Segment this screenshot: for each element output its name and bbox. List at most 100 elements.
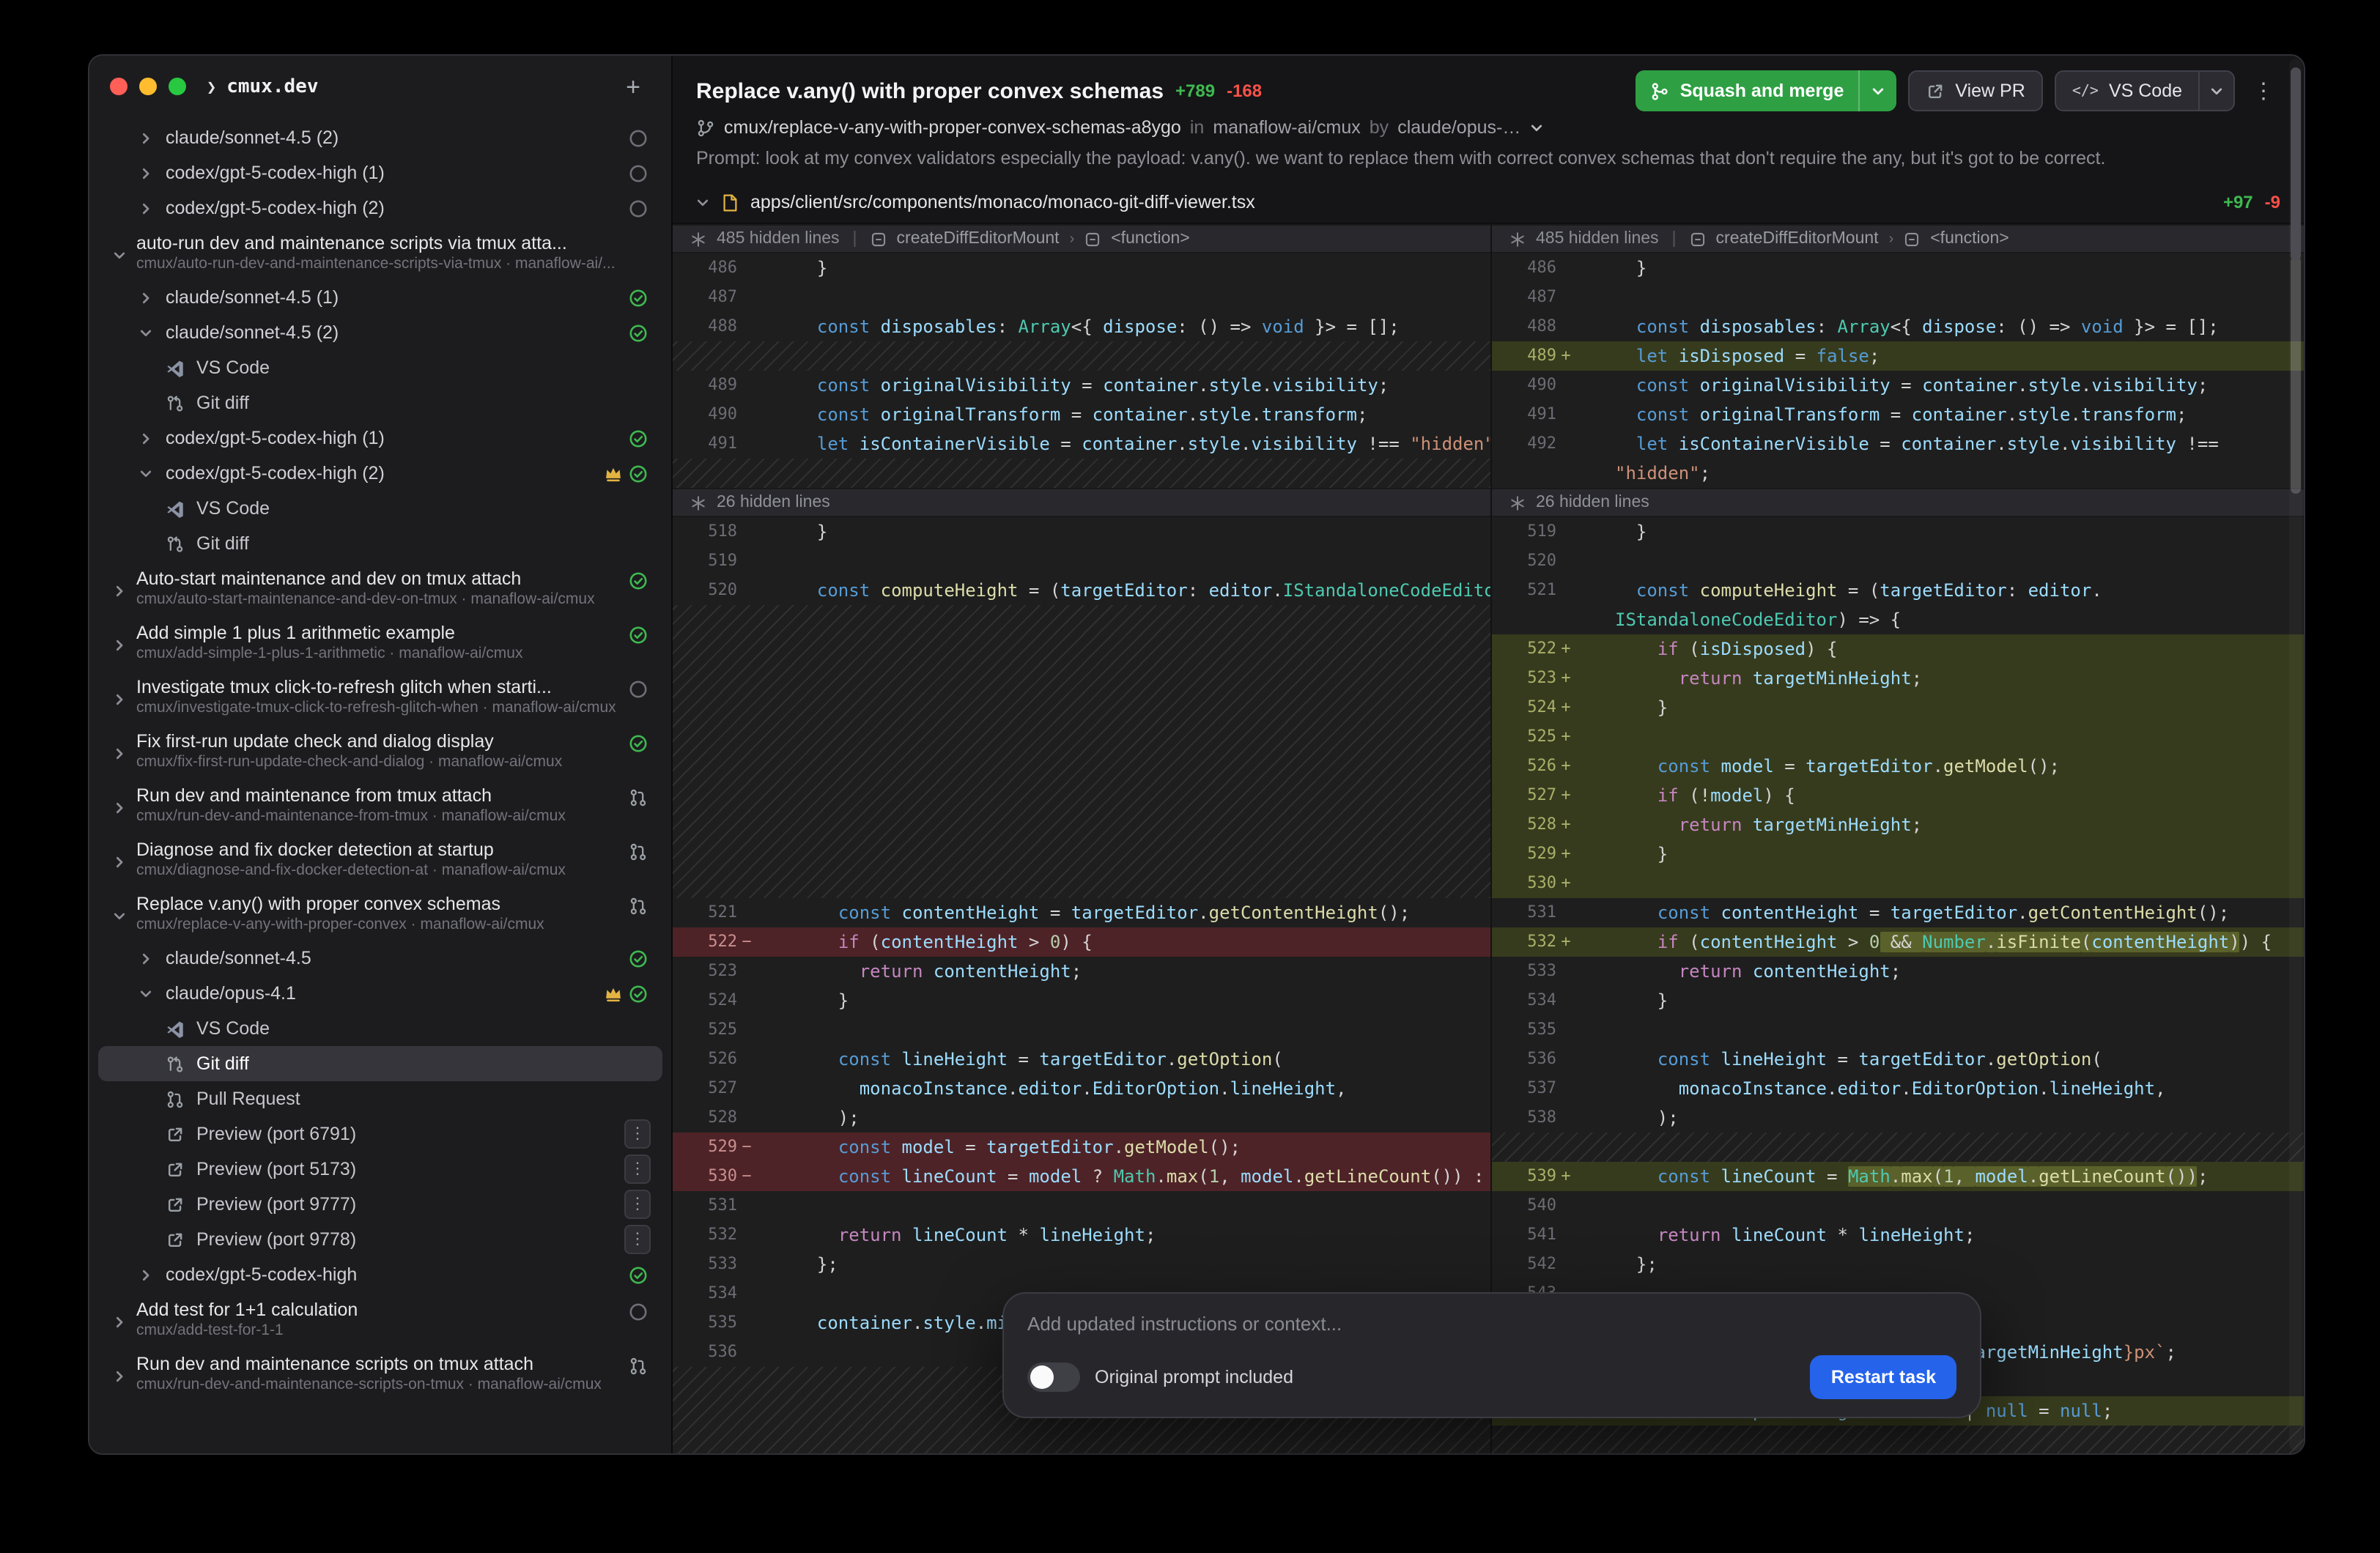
more-options-button[interactable]: ⋮ xyxy=(2247,78,2280,104)
sidebar-item-preview-port-6791[interactable]: Preview (port 6791)⋮ xyxy=(98,1116,662,1152)
new-task-button[interactable]: + xyxy=(616,69,651,104)
hidden-lines-header[interactable]: 26 hidden lines xyxy=(673,488,1490,517)
restart-task-button[interactable]: Restart task xyxy=(1811,1355,1956,1399)
sidebar-item-preview-port-5173[interactable]: Preview (port 5173)⋮ xyxy=(98,1152,662,1187)
branch-status xyxy=(604,984,648,1003)
check-circle-icon xyxy=(629,949,648,968)
diff-spacer xyxy=(673,605,1490,634)
circle-icon xyxy=(629,163,648,182)
agent-name[interactable]: claude/opus-… xyxy=(1397,117,1520,138)
line-number: 488 xyxy=(1492,312,1556,341)
expand-icon xyxy=(690,231,706,247)
in-label: in xyxy=(1190,117,1204,138)
task-status xyxy=(629,734,648,753)
hidden-lines-header[interactable]: 26 hidden lines xyxy=(1492,488,2304,517)
diff-line: 538 ); xyxy=(1492,1103,2304,1133)
scrollbar-thumb[interactable] xyxy=(2291,67,2301,261)
merge-options-dropdown[interactable] xyxy=(1858,70,1896,111)
sidebar-item-preview-port-9777[interactable]: Preview (port 9777)⋮ xyxy=(98,1187,662,1222)
preview-menu-button[interactable]: ⋮ xyxy=(624,1190,651,1219)
preview-menu-button[interactable]: ⋮ xyxy=(624,1119,651,1149)
sidebar-item-git-diff[interactable]: Git diff xyxy=(98,526,662,561)
page-title: Replace v.any() with proper convex schem… xyxy=(696,78,1164,103)
branch-row[interactable]: codex/gpt-5-codex-high (1) xyxy=(98,155,662,190)
chevron-down-icon xyxy=(2210,84,2223,97)
sidebar-item-vs-code[interactable]: VS Code xyxy=(98,491,662,526)
task-row[interactable]: auto-run dev and maintenance scripts via… xyxy=(98,226,662,280)
open-vscode-button[interactable]: </>VS Code xyxy=(2055,70,2235,111)
view-pr-button[interactable]: View PR xyxy=(1908,70,2042,111)
task-row[interactable]: Diagnose and fix docker detection at sta… xyxy=(98,832,662,886)
branch-row[interactable]: codex/gpt-5-codex-high xyxy=(98,1257,662,1292)
sidebar-item-preview-port-9778[interactable]: Preview (port 9778)⋮ xyxy=(98,1222,662,1257)
hidden-lines-header[interactable]: 485 hidden lines|createDiffEditorMount›<… xyxy=(1492,224,2304,253)
repo-name[interactable]: manaflow-ai/cmux xyxy=(1213,117,1360,138)
close-window-button[interactable] xyxy=(110,78,128,95)
vscode-options-dropdown[interactable] xyxy=(2198,72,2233,110)
branch-row[interactable]: codex/gpt-5-codex-high (1) xyxy=(98,420,662,456)
task-title: Add simple 1 plus 1 arithmetic example xyxy=(136,621,523,645)
line-number: 489 xyxy=(673,371,737,400)
sidebar-item-pull-request[interactable]: Pull Request xyxy=(98,1081,662,1116)
preview-menu-button[interactable]: ⋮ xyxy=(624,1225,651,1254)
line-number: 529 xyxy=(673,1133,737,1162)
diff-line: 537 monacoInstance.editor.EditorOption.l… xyxy=(1492,1074,2304,1103)
sidebar-item-git-diff[interactable]: Git diff xyxy=(98,385,662,420)
line-number: 488 xyxy=(673,312,737,341)
minimize-window-button[interactable] xyxy=(139,78,157,95)
zoom-window-button[interactable] xyxy=(169,78,186,95)
prompt-caret-icon: ❯ xyxy=(207,77,216,96)
line-number: 531 xyxy=(1492,898,1556,927)
check-circle-icon xyxy=(629,626,648,645)
chevron-right-icon xyxy=(113,788,126,826)
hidden-lines-header[interactable]: 485 hidden lines|createDiffEditorMount›<… xyxy=(673,224,1490,253)
branch-row[interactable]: codex/gpt-5-codex-high (2) xyxy=(98,190,662,226)
line-number xyxy=(1492,459,1556,488)
expand-icon xyxy=(1509,494,1526,511)
task-row[interactable]: Fix first-run update check and dialog di… xyxy=(98,724,662,778)
line-number: 527 xyxy=(1492,781,1556,810)
sidebar-item-git-diff[interactable]: Git diff xyxy=(98,1046,662,1081)
diff-line: 486 } xyxy=(1492,253,2304,283)
code-icon: </> xyxy=(2072,83,2099,99)
squash-and-merge-button[interactable]: Squash and merge xyxy=(1636,70,1897,111)
instructions-input[interactable]: Add updated instructions or context... xyxy=(1027,1313,1956,1335)
chevron-down-icon xyxy=(139,467,152,480)
diff-line: 529− const model = targetEditor.getModel… xyxy=(673,1133,1490,1162)
branch-row[interactable]: codex/gpt-5-codex-high (2) xyxy=(98,456,662,491)
sidebar-item-vs-code[interactable]: VS Code xyxy=(98,350,662,385)
sidebar-item-vs-code[interactable]: VS Code xyxy=(98,1011,662,1046)
diff-line: 488 const disposables: Array<{ dispose: … xyxy=(1492,312,2304,341)
collapse-chevron-icon[interactable] xyxy=(696,196,709,209)
branch-row[interactable]: claude/sonnet-4.5 (2) xyxy=(98,315,662,350)
task-status xyxy=(629,571,648,590)
original-prompt-toggle[interactable] xyxy=(1027,1363,1080,1392)
branch-name[interactable]: cmux/replace-v-any-with-proper-convex-sc… xyxy=(724,117,1181,138)
check-circle-icon xyxy=(629,984,648,1003)
branch-row[interactable]: claude/sonnet-4.5 (2) xyxy=(98,120,662,155)
preview-menu-button[interactable]: ⋮ xyxy=(624,1154,651,1184)
symbol-icon xyxy=(1084,231,1101,247)
action-label: Git diff xyxy=(196,1053,249,1074)
file-header[interactable]: apps/client/src/components/monaco/monaco… xyxy=(673,182,2304,224)
branch-row[interactable]: claude/sonnet-4.5 (1) xyxy=(98,280,662,315)
task-row[interactable]: Replace v.any() with proper convex schem… xyxy=(98,886,662,941)
branch-row[interactable]: claude/opus-4.1 xyxy=(98,976,662,1011)
task-row[interactable]: Auto-start maintenance and dev on tmux a… xyxy=(98,561,662,615)
sidebar-header: ❯ cmux.dev + xyxy=(89,56,671,117)
window-scrollbar[interactable] xyxy=(2289,59,2302,1450)
task-row[interactable]: Add test for 1+1 calculationcmux/add-tes… xyxy=(98,1292,662,1346)
branch-row[interactable]: claude/sonnet-4.5 xyxy=(98,941,662,976)
task-row[interactable]: Investigate tmux click-to-refresh glitch… xyxy=(98,670,662,724)
line-number: 529 xyxy=(1492,839,1556,869)
task-row[interactable]: Run dev and maintenance from tmux attach… xyxy=(98,778,662,832)
line-number: 518 xyxy=(673,517,737,546)
diff-line: 541 return lineCount * lineHeight; xyxy=(1492,1220,2304,1250)
chevron-down-icon[interactable] xyxy=(1529,121,1542,134)
branch-label: claude/sonnet-4.5 (2) xyxy=(166,322,339,343)
task-row[interactable]: Add simple 1 plus 1 arithmetic examplecm… xyxy=(98,615,662,670)
branch-label: claude/sonnet-4.5 xyxy=(166,948,311,968)
line-number: 491 xyxy=(673,429,737,459)
task-row[interactable]: Run dev and maintenance scripts on tmux … xyxy=(98,1346,662,1401)
chevron-down-icon xyxy=(113,897,126,935)
